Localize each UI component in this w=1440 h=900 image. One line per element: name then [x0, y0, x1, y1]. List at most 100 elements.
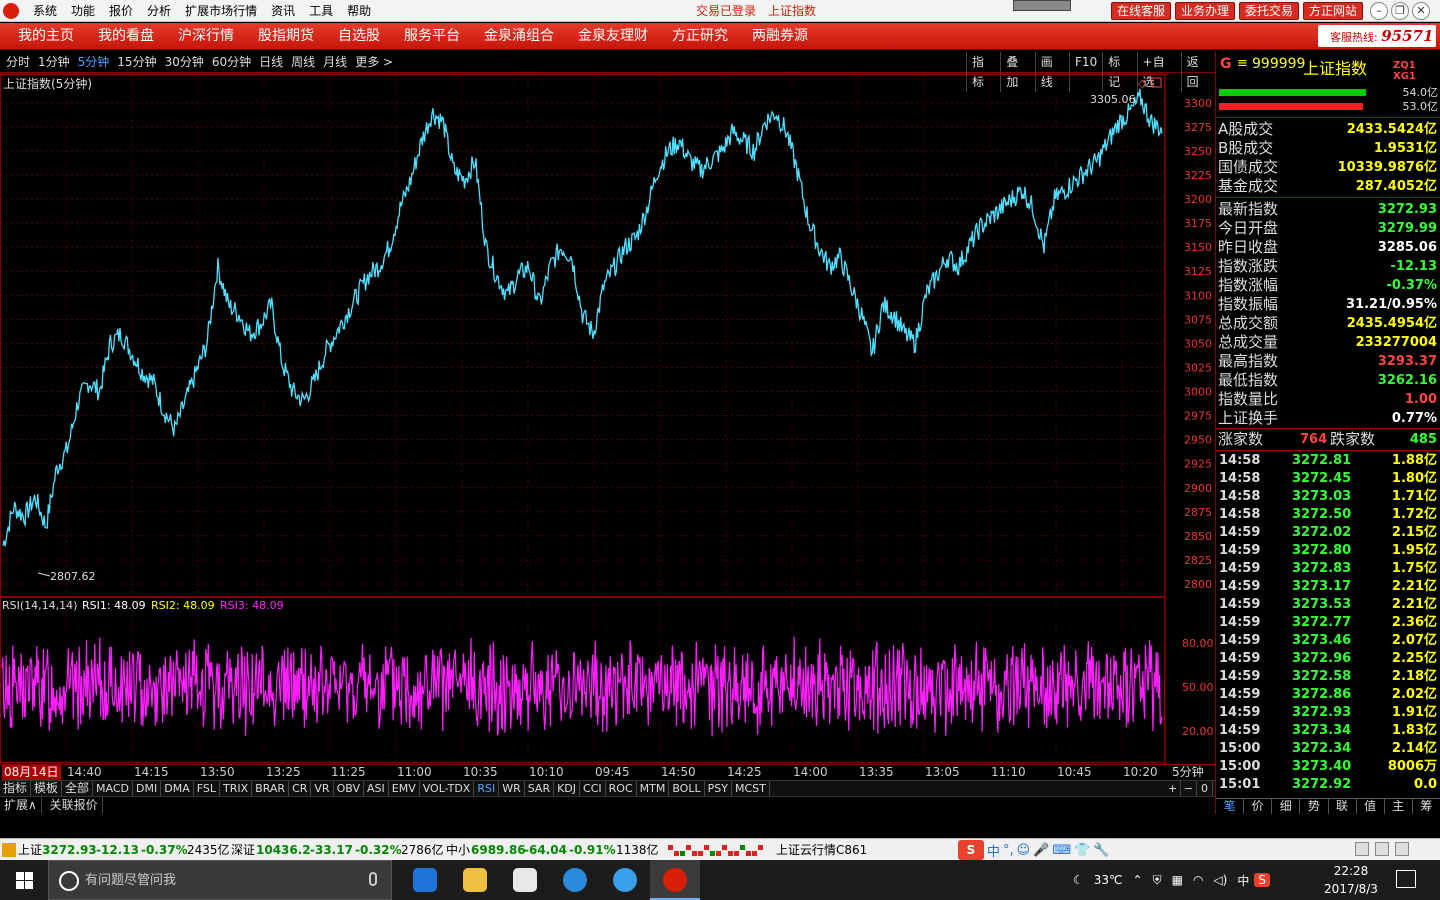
- explorer-app[interactable]: [450, 860, 500, 900]
- settings-icon[interactable]: [1395, 842, 1409, 856]
- ind-tab-emv[interactable]: EMV: [389, 781, 420, 796]
- ind-tab-macd[interactable]: MACD: [93, 781, 134, 796]
- cloud-quote-label[interactable]: 上证云行情C861: [776, 839, 867, 861]
- period-60min[interactable]: 60分钟: [208, 51, 255, 73]
- nav-home[interactable]: 我的主页: [6, 23, 86, 50]
- ime-emoji-icon[interactable]: ☺: [1017, 843, 1031, 858]
- online-service-button[interactable]: 在线客服: [1111, 2, 1172, 20]
- ind-tab-roc[interactable]: ROC: [606, 781, 637, 796]
- menu-function[interactable]: 功能: [64, 0, 102, 22]
- ind-tab-rsi[interactable]: RSI: [474, 781, 500, 796]
- nav-research[interactable]: 方正研究: [660, 23, 740, 50]
- rtab-main[interactable]: 主: [1385, 799, 1413, 814]
- ind-tab-wr[interactable]: WR: [499, 781, 525, 796]
- nav-market[interactable]: 沪深行情: [166, 23, 246, 50]
- menu-analysis[interactable]: 分析: [140, 0, 178, 22]
- ind-tab-fsl[interactable]: FSL: [194, 781, 220, 796]
- notification-icon[interactable]: [1396, 870, 1416, 888]
- menu-quote[interactable]: 报价: [102, 0, 140, 22]
- period-1min[interactable]: 1分钟: [34, 51, 74, 73]
- ind-tab-sar[interactable]: SAR: [525, 781, 555, 796]
- period-more[interactable]: 更多 >: [351, 51, 397, 73]
- shield-icon[interactable]: ⛨: [1148, 873, 1167, 888]
- rtab-trend[interactable]: 势: [1300, 799, 1329, 814]
- expand-button[interactable]: 扩展∧: [0, 797, 42, 814]
- rtab-related[interactable]: 联: [1329, 799, 1357, 814]
- add-panel-button[interactable]: +: [1165, 781, 1181, 796]
- menu-ext-market[interactable]: 扩展市场行情: [178, 0, 264, 22]
- ind-tab-vr[interactable]: VR: [311, 781, 334, 796]
- ind-tab-asi[interactable]: ASI: [364, 781, 389, 796]
- ind-tab-cr[interactable]: CR: [289, 781, 312, 796]
- ind-tab-mcst[interactable]: MCST: [732, 781, 770, 796]
- menu-system[interactable]: 系统: [26, 0, 64, 22]
- business-button[interactable]: 业务办理: [1175, 2, 1236, 20]
- trade-button[interactable]: 委托交易: [1239, 2, 1300, 20]
- menu-icon[interactable]: ≡: [1237, 56, 1248, 71]
- edge-app[interactable]: [400, 860, 450, 900]
- nav-service[interactable]: 服务平台: [392, 23, 472, 50]
- ime-keyboard-icon[interactable]: ⌨: [1052, 843, 1071, 858]
- rtab-tick[interactable]: 笔: [1216, 799, 1245, 814]
- wifi-icon[interactable]: ◠: [1188, 873, 1208, 887]
- clock[interactable]: 22:28 2017/8/3: [1316, 862, 1386, 898]
- weather-temp[interactable]: 33℃: [1089, 873, 1128, 887]
- volume-icon[interactable]: ◁): [1208, 873, 1232, 887]
- minimize-icon[interactable]: –: [1370, 2, 1388, 20]
- period-30min[interactable]: 30分钟: [161, 51, 208, 73]
- ind-tab-boll[interactable]: BOLL: [669, 781, 705, 796]
- rtab-detail[interactable]: 细: [1272, 799, 1301, 814]
- tray-expand-icon[interactable]: ⌃: [1128, 873, 1148, 887]
- browser-app[interactable]: [550, 860, 600, 900]
- ie-app[interactable]: [600, 860, 650, 900]
- nav-portfolio[interactable]: 金泉涌组合: [472, 23, 566, 50]
- network-icon[interactable]: ▦: [1167, 873, 1188, 887]
- ind-tab-vol-tdx[interactable]: VOL-TDX: [420, 781, 475, 796]
- website-button[interactable]: 方正网站: [1303, 2, 1364, 20]
- nav-watch[interactable]: 我的看盘: [86, 23, 166, 50]
- ind-tab-dma[interactable]: DMA: [161, 781, 194, 796]
- sogou-ime-icon[interactable]: S: [958, 840, 984, 860]
- period-15min[interactable]: 15分钟: [113, 51, 160, 73]
- remove-panel-button[interactable]: −: [1181, 781, 1197, 796]
- ind-tab-all[interactable]: 全部: [62, 781, 94, 796]
- ime-settings-icon[interactable]: 🔧: [1093, 843, 1109, 858]
- period-month[interactable]: 月线: [319, 51, 351, 73]
- menu-tools[interactable]: 工具: [302, 0, 340, 22]
- reset-panel-button[interactable]: 0: [1197, 781, 1213, 796]
- ime-punct-icon[interactable]: °,: [1003, 843, 1014, 858]
- ind-tab-cci[interactable]: CCI: [580, 781, 606, 796]
- ind-tab-mtm[interactable]: MTM: [637, 781, 670, 796]
- store-app[interactable]: [500, 860, 550, 900]
- ind-tab-obv[interactable]: OBV: [334, 781, 364, 796]
- ind-tab-indicator[interactable]: 指标: [0, 781, 32, 796]
- microphone-icon[interactable]: [369, 872, 377, 886]
- close-icon[interactable]: ✕: [1412, 2, 1430, 20]
- ind-tab-brar[interactable]: BRAR: [252, 781, 290, 796]
- restore-icon[interactable]: ❐: [1391, 2, 1409, 20]
- taskbar-search[interactable]: 有问题尽管问我: [48, 860, 392, 900]
- ind-tab-kdj[interactable]: KDJ: [554, 781, 581, 796]
- rtab-price[interactable]: 价: [1244, 799, 1273, 814]
- period-tick[interactable]: 分时: [2, 51, 34, 73]
- ind-tab-template[interactable]: 模板: [31, 781, 63, 796]
- menu-help[interactable]: 帮助: [340, 0, 378, 22]
- related-quote-button[interactable]: 关联报价: [46, 797, 103, 814]
- ime-lang-icon[interactable]: 中: [987, 841, 1000, 860]
- diamond-icon[interactable]: ◇: [1138, 77, 1147, 90]
- founder-app[interactable]: [650, 860, 700, 900]
- ime-voice-icon[interactable]: 🎤: [1033, 843, 1049, 858]
- windows-start-icon[interactable]: [0, 860, 48, 900]
- nav-finance[interactable]: 金泉友理财: [566, 23, 660, 50]
- ind-tab-dmi[interactable]: DMI: [133, 781, 162, 796]
- alert-icon[interactable]: [1375, 842, 1389, 856]
- ind-tab-trix[interactable]: TRIX: [220, 781, 253, 796]
- kline-chart[interactable]: 3300 3275 3250 3225 3200 3175 3150 3125 3100 3075…: [0, 74, 1215, 764]
- period-week[interactable]: 周线: [287, 51, 319, 73]
- rtab-chips[interactable]: 筹: [1413, 799, 1440, 814]
- nav-margin[interactable]: 两融券源: [740, 23, 820, 50]
- window-layout-icon[interactable]: [1355, 842, 1369, 856]
- ind-tab-psy[interactable]: PSY: [705, 781, 732, 796]
- rtab-value[interactable]: 值: [1357, 799, 1385, 814]
- period-day[interactable]: 日线: [255, 51, 287, 73]
